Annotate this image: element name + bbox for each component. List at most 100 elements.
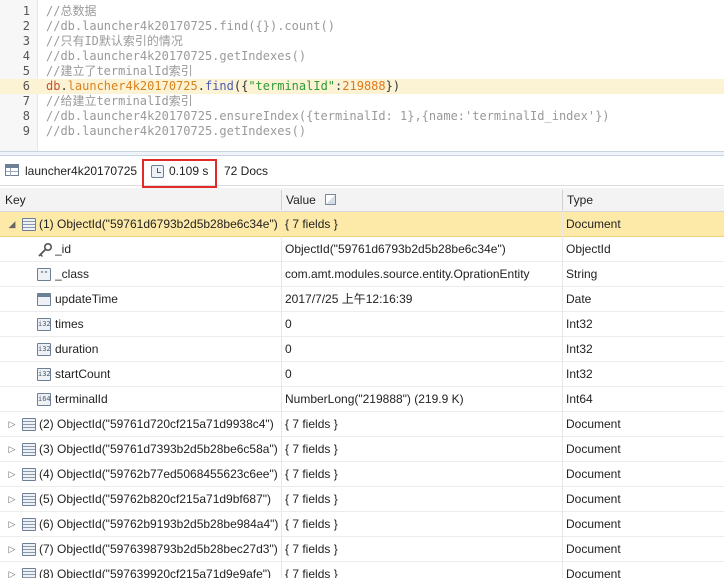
document-type: Document: [566, 467, 621, 481]
code-text: //只有ID默认索引的情况: [46, 34, 183, 49]
document-key: (5) ObjectId("59762b820cf215a71d9bf687"): [39, 492, 272, 506]
code-token: //建立了terminalId索引: [46, 64, 193, 78]
field-row[interactable]: updateTime 2017/7/25 上午12:16:39 Date: [0, 287, 724, 312]
code-text: //总数据: [46, 4, 96, 19]
document-row[interactable]: ▷ (3) ObjectId("59761d7393b2d5b28be6c58a"…: [0, 437, 724, 462]
collapse-toggle-icon[interactable]: ◢: [7, 212, 17, 237]
code-token: //db.launcher4k20170725.getIndexes(): [46, 124, 307, 138]
code-line[interactable]: 8 //db.launcher4k20170725.ensureIndex({te…: [0, 109, 724, 124]
column-header-key[interactable]: Key: [0, 188, 281, 212]
field-type: ObjectId: [566, 242, 611, 256]
document-value: { 7 fields }: [285, 217, 338, 231]
field-type: Int64: [566, 392, 593, 406]
field-value: 0: [285, 367, 292, 381]
document-value: { 7 fields }: [285, 492, 338, 506]
field-key: duration: [55, 342, 99, 356]
results-grid[interactable]: Key Value Type ◢ (1) ObjectId("59761d6793…: [0, 188, 724, 578]
code-line[interactable]: 9 //db.launcher4k20170725.getIndexes(): [0, 124, 724, 139]
field-row[interactable]: i64 terminalId NumberLong("219888") (219.9…: [0, 387, 724, 412]
expand-toggle-icon[interactable]: ▷: [7, 437, 17, 462]
string-type-icon: "": [37, 268, 51, 281]
document-icon: [22, 518, 36, 531]
document-key: (8) ObjectId("597639920cf215a71d9e9afe"): [39, 567, 272, 578]
column-header-type[interactable]: Type: [562, 188, 724, 212]
document-key: (7) ObjectId("5976398793b2d5b28bec27d3"): [39, 542, 278, 556]
field-row[interactable]: i32 duration 0 Int32: [0, 337, 724, 362]
field-row[interactable]: _id ObjectId("59761d6793b2d5b28be6c34e") O…: [0, 237, 724, 262]
document-row[interactable]: ▷ (2) ObjectId("59761d720cf215a71d9938c4"…: [0, 412, 724, 437]
document-key: (3) ObjectId("59761d7393b2d5b28be6c58a"): [39, 442, 278, 456]
document-row[interactable]: ▷ (8) ObjectId("597639920cf215a71d9e9afe"…: [0, 562, 724, 578]
code-line[interactable]: 5 //建立了terminalId索引: [0, 64, 724, 79]
code-text: db.launcher4k20170725.find({"terminalId"…: [46, 79, 400, 94]
column-separator[interactable]: [281, 212, 282, 578]
query-editor[interactable]: 1 //总数据 2 //db.launcher4k20170725.find({}).…: [0, 0, 724, 151]
code-line[interactable]: 2 //db.launcher4k20170725.find({}).count(…: [0, 19, 724, 34]
document-value: { 7 fields }: [285, 417, 338, 431]
document-value: { 7 fields }: [285, 467, 338, 481]
expand-toggle-icon[interactable]: ▷: [7, 512, 17, 537]
document-row[interactable]: ▷ (6) ObjectId("59762b9193b2d5b28be984a4"…: [0, 512, 724, 537]
document-row[interactable]: ▷ (7) ObjectId("5976398793b2d5b28bec27d3"…: [0, 537, 724, 562]
document-icon: [22, 218, 36, 231]
document-value: { 7 fields }: [285, 542, 338, 556]
code-token: .: [60, 79, 68, 93]
field-row[interactable]: "" _class com.amt.modules.source.entity.Op…: [0, 262, 724, 287]
code-line[interactable]: 7 //给建立terminalId索引: [0, 94, 724, 109]
code-text: //db.launcher4k20170725.find({}).count(): [46, 19, 335, 34]
document-type: Document: [566, 492, 621, 506]
field-value: NumberLong("219888") (219.9 K): [285, 392, 464, 406]
column-separator[interactable]: [562, 212, 563, 578]
code-text: //建立了terminalId索引: [46, 64, 193, 79]
field-type: Int32: [566, 367, 593, 381]
document-key: (4) ObjectId("59762b77ed5068455623c6ee"): [39, 467, 278, 481]
document-type: Document: [566, 417, 621, 431]
document-row[interactable]: ▷ (4) ObjectId("59762b77ed5068455623c6ee"…: [0, 462, 724, 487]
code-line[interactable]: 3 //只有ID默认索引的情况: [0, 34, 724, 49]
code-line[interactable]: 6 db.launcher4k20170725.find({"terminalId…: [0, 79, 724, 94]
field-value: 0: [285, 317, 292, 331]
code-line[interactable]: 1 //总数据: [0, 4, 724, 19]
key-icon: [37, 242, 53, 257]
field-row[interactable]: i32 times 0 Int32: [0, 312, 724, 337]
expand-toggle-icon[interactable]: ▷: [7, 537, 17, 562]
field-value: 0: [285, 342, 292, 356]
document-value: { 7 fields }: [285, 442, 338, 456]
code-token: //只有ID默认索引的情况: [46, 34, 183, 48]
code-text: //db.launcher4k20170725.getIndexes(): [46, 124, 306, 139]
edit-value-icon[interactable]: [325, 194, 337, 205]
document-type: Document: [566, 217, 621, 231]
result-status-bar: launcher4k20170725 0.109 s 72 Docs: [0, 156, 724, 188]
date-type-icon: [37, 293, 51, 306]
int32-type-icon: i32: [37, 368, 51, 381]
collection-name: launcher4k20170725: [25, 164, 138, 178]
expand-toggle-icon[interactable]: ▷: [7, 562, 17, 578]
document-row-expanded[interactable]: ◢ (1) ObjectId("59761d6793b2d5b28be6c34e"…: [0, 212, 724, 237]
code-line[interactable]: 4 //db.launcher4k20170725.getIndexes(): [0, 49, 724, 64]
document-icon: [22, 543, 36, 556]
field-key: _class: [55, 267, 90, 281]
field-key: times: [55, 317, 84, 331]
column-header-value[interactable]: Value: [281, 188, 562, 212]
code-token: 219888: [342, 79, 386, 93]
expand-toggle-icon[interactable]: ▷: [7, 487, 17, 512]
document-row[interactable]: ▷ (5) ObjectId("59762b820cf215a71d9bf687"…: [0, 487, 724, 512]
field-type: Int32: [566, 317, 593, 331]
field-type: Int32: [566, 342, 593, 356]
line-number: 9: [22, 124, 30, 138]
document-key: (2) ObjectId("59761d720cf215a71d9938c4"): [39, 417, 274, 431]
expand-toggle-icon[interactable]: ▷: [7, 412, 17, 437]
int32-type-icon: i32: [37, 343, 51, 356]
code-text: //db.launcher4k20170725.getIndexes(): [46, 49, 306, 64]
field-row[interactable]: i32 startCount 0 Int32: [0, 362, 724, 387]
line-number: 5: [22, 64, 30, 78]
code-token: //db.launcher4k20170725.find({}).count(): [46, 19, 335, 33]
code-text: //给建立terminalId索引: [46, 94, 193, 109]
document-type: Document: [566, 567, 621, 578]
expand-toggle-icon[interactable]: ▷: [7, 462, 17, 487]
code-token: launcher4k20170725: [67, 79, 198, 93]
field-value: com.amt.modules.source.entity.OprationEn…: [285, 267, 530, 281]
time-highlight-box: [142, 159, 217, 188]
code-token: db: [46, 79, 61, 93]
field-key: terminalId: [55, 392, 108, 406]
